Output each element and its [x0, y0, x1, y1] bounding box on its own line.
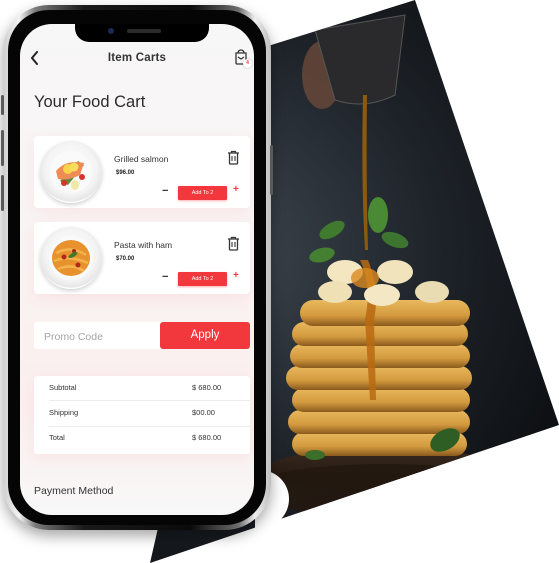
add-to-cart-button[interactable]: Add To 2 — [178, 272, 227, 286]
phone-side-button — [1, 95, 4, 115]
summary-value: $ 680.00 — [192, 383, 222, 392]
trash-icon — [228, 150, 239, 165]
item-price: $70.00 — [116, 256, 135, 262]
camera-icon — [108, 28, 114, 34]
cart-item: Pasta with ham $70.00 − Add To 2 + — [34, 222, 250, 294]
item-name: Pasta with ham — [114, 240, 173, 250]
app-screen: Item Carts 4 Your Food Cart Grilled salm… — [20, 24, 254, 515]
phone-volume-up — [1, 130, 4, 166]
decrease-quantity-button[interactable]: − — [162, 271, 168, 283]
payment-method-heading: Payment Method — [34, 485, 114, 497]
header-title: Item Carts — [107, 52, 167, 64]
summary-label: Total — [49, 433, 65, 442]
apply-button[interactable]: Apply — [160, 322, 250, 349]
phone-volume-down — [1, 175, 4, 211]
promo-code-input[interactable] — [34, 322, 170, 351]
order-summary: Subtotal $ 680.00 Shipping $00.00 Total … — [34, 376, 250, 454]
increase-quantity-button[interactable]: + — [233, 270, 239, 281]
app-header: Item Carts 4 — [20, 46, 254, 72]
pasta-image — [40, 227, 102, 289]
grilled-salmon-image — [40, 141, 102, 203]
item-name: Grilled salmon — [114, 154, 169, 164]
summary-row-subtotal: Subtotal $ 680.00 — [49, 376, 250, 400]
phone-power-button — [270, 145, 273, 195]
summary-value: $00.00 — [192, 408, 215, 417]
increase-quantity-button[interactable]: + — [233, 184, 239, 195]
delete-button[interactable] — [227, 236, 240, 251]
item-price: $96.00 — [116, 170, 135, 176]
phone-frame: Item Carts 4 Your Food Cart Grilled salm… — [1, 5, 273, 530]
promo-code-row: Apply — [34, 322, 250, 351]
add-to-cart-button[interactable]: Add To 2 — [178, 186, 227, 200]
summary-value: $ 680.00 — [192, 433, 222, 442]
summary-label: Shipping — [49, 408, 79, 417]
summary-row-shipping: Shipping $00.00 — [49, 401, 250, 425]
summary-label: Subtotal — [49, 383, 77, 392]
summary-row-total: Total $ 680.00 — [49, 426, 250, 450]
phone-notch — [75, 24, 209, 42]
delete-button[interactable] — [227, 150, 240, 165]
speaker-grille — [127, 29, 161, 33]
trash-icon — [228, 236, 239, 251]
page-title: Your Food Cart — [34, 93, 146, 111]
decrease-quantity-button[interactable]: − — [162, 185, 168, 197]
cart-badge: 4 — [243, 59, 252, 68]
cart-item: Grilled salmon $96.00 − Add To 2 + — [34, 136, 250, 208]
